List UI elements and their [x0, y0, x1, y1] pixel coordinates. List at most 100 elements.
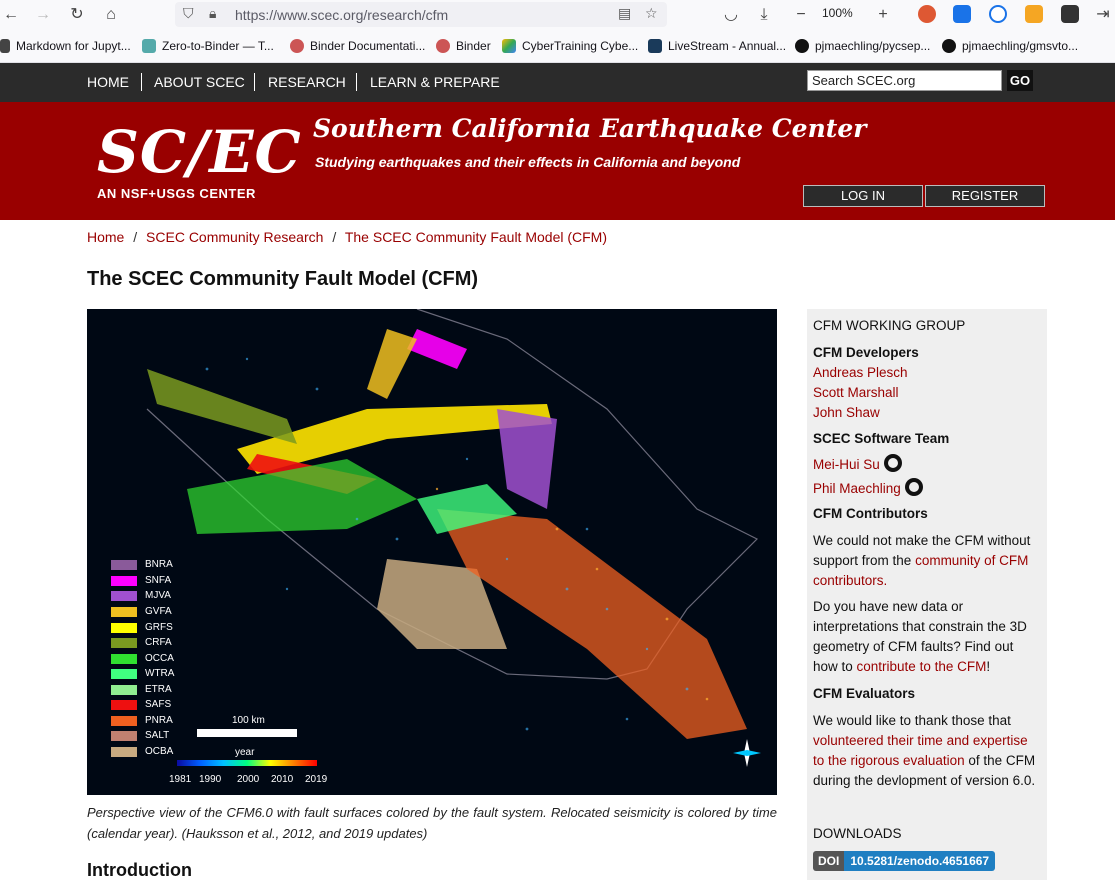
page-title: The SCEC Community Fault Model (CFM) — [87, 268, 479, 290]
pocket-icon[interactable]: ◡ — [720, 4, 742, 26]
bookmark-item[interactable]: Zero-to-Binder — T... — [142, 39, 274, 53]
legend-item: SAFS — [111, 699, 171, 710]
legend-item: MJVA — [111, 590, 171, 601]
breadcrumb-home[interactable]: Home — [87, 229, 124, 245]
colorbar-tick: 2019 — [305, 774, 328, 785]
bookmark-item[interactable]: CyberTraining Cybe... — [502, 39, 638, 53]
url-text[interactable]: https://www.scec.org/research/cfm — [235, 7, 448, 23]
legend-swatch — [111, 715, 137, 726]
nav-research[interactable]: RESEARCH — [268, 74, 346, 90]
home-icon[interactable]: ⌂ — [100, 4, 122, 26]
binder-docs-icon — [290, 39, 304, 53]
nav-home[interactable]: HOME — [87, 74, 129, 90]
colorbar-tick: 1981 — [169, 774, 192, 785]
breadcrumb: Home / SCEC Community Research / The SCE… — [87, 229, 607, 245]
bookmark-item[interactable]: LiveStream - Annual... — [648, 39, 786, 53]
legend-item: CRFA — [111, 637, 172, 648]
scec-logo[interactable]: SC/EC — [97, 118, 302, 186]
breadcrumb-sep: / — [332, 229, 337, 245]
colorbar-tick: 2010 — [271, 774, 294, 785]
zoom-in-icon[interactable]: + — [872, 4, 894, 26]
duckduckgo-extension-icon[interactable] — [918, 5, 936, 23]
binder-icon — [142, 39, 156, 53]
compass-rose — [733, 739, 761, 767]
developer-link[interactable]: Scott Marshall — [813, 385, 899, 400]
evaluators-heading: CFM Evaluators — [813, 686, 916, 701]
contribute-link[interactable]: contribute to the CFM — [857, 659, 987, 674]
logo-subtitle: AN NSF+USGS CENTER — [97, 186, 256, 201]
legend-swatch — [111, 746, 137, 757]
binder-icon — [436, 39, 450, 53]
colorbar-tick: 1990 — [199, 774, 222, 785]
colorbar-tick: 2000 — [237, 774, 260, 785]
reload-icon[interactable]: ↻ — [66, 4, 88, 26]
snfa-fault-band — [407, 329, 467, 369]
s-extension-icon[interactable] — [953, 5, 971, 23]
gvfa-fault-band — [367, 329, 417, 399]
github-icon[interactable] — [904, 478, 923, 496]
bookmark-item[interactable]: Binder — [436, 39, 491, 53]
github-icon[interactable] — [883, 454, 902, 472]
legend-swatch — [111, 684, 137, 695]
bookmark-star-icon[interactable]: ☆ — [645, 5, 658, 22]
software-member: Mei-Hui Su — [813, 454, 902, 472]
site-header: SC/EC AN NSF+USGS CENTER Southern Califo… — [0, 102, 1115, 220]
developer-link[interactable]: Andreas Plesch — [813, 365, 908, 380]
legend-swatch — [111, 622, 137, 633]
register-button[interactable]: REGISTER — [925, 185, 1045, 207]
search-go-button[interactable]: GO — [1007, 70, 1033, 91]
legend-swatch — [111, 699, 137, 710]
nav-divider — [356, 73, 357, 91]
legend-item: GVFA — [111, 606, 172, 617]
cfm-figure[interactable]: BNRA SNFA MJVA GVFA GRFS CRFA OCCA WTRA … — [87, 309, 777, 795]
breadcrumb-research[interactable]: SCEC Community Research — [146, 229, 323, 245]
google-drive-icon — [502, 39, 516, 53]
legend-swatch — [111, 575, 137, 586]
contribute-text: Do you have new data or interpretations … — [813, 599, 1027, 674]
menu-overflow-icon[interactable]: ⇥ — [1092, 4, 1114, 26]
downloads-heading: DOWNLOADS — [813, 826, 902, 841]
developers-heading: CFM Developers — [813, 345, 919, 360]
working-group-heading: CFM WORKING GROUP — [813, 318, 966, 333]
nav-divider — [141, 73, 142, 91]
back-icon[interactable]: ← — [0, 4, 22, 26]
more-extension-icon[interactable] — [1061, 5, 1079, 23]
doi-badge[interactable]: DOI 10.5281/zenodo.4651667 — [813, 851, 996, 871]
medal-extension-icon[interactable] — [1025, 5, 1043, 23]
mjva-fault-band — [497, 409, 557, 509]
legend-swatch — [111, 668, 137, 679]
scale-bar — [197, 729, 297, 737]
site-search-input[interactable]: Search SCEC.org — [807, 70, 1002, 91]
bookmarks-bar: Markdown for Jupyt... Zero-to-Binder — T… — [0, 30, 1115, 63]
nav-about[interactable]: ABOUT SCEC — [154, 74, 245, 90]
legend-item: SNFA — [111, 575, 171, 586]
zoom-level[interactable]: 100% — [822, 6, 853, 20]
downloads-icon[interactable]: ⤓ — [753, 4, 775, 26]
software-member-link[interactable]: Phil Maechling — [813, 481, 901, 496]
search-extension-icon[interactable] — [989, 5, 1007, 23]
colorbar-title: year — [235, 747, 255, 758]
scale-label: 100 km — [232, 715, 265, 726]
bookmark-item[interactable]: pjmaechling/pycsep... — [795, 39, 930, 53]
nav-learn-prepare[interactable]: LEARN & PREPARE — [370, 74, 500, 90]
software-team-heading: SCEC Software Team — [813, 431, 950, 446]
software-member-link[interactable]: Mei-Hui Su — [813, 457, 880, 472]
bookmark-item[interactable]: Markdown for Jupyt... — [0, 39, 131, 53]
breadcrumb-current[interactable]: The SCEC Community Fault Model (CFM) — [345, 229, 607, 245]
legend-item: BNRA — [111, 559, 173, 570]
site-title[interactable]: Southern California Earthquake Center — [313, 114, 866, 143]
login-button[interactable]: LOG IN — [803, 185, 923, 207]
year-colorbar — [177, 760, 317, 766]
developer-link[interactable]: John Shaw — [813, 405, 880, 420]
markdown-icon — [0, 39, 10, 53]
legend-swatch — [111, 590, 137, 601]
url-bar[interactable]: ⛉ 🔒︎ https://www.scec.org/research/cfm ▤… — [175, 2, 667, 27]
zoom-out-icon[interactable]: − — [790, 4, 812, 26]
bookmark-item[interactable]: pjmaechling/gmsvto... — [942, 39, 1078, 53]
reader-mode-icon[interactable]: ▤ — [618, 5, 631, 22]
lock-icon[interactable]: 🔒︎ — [209, 5, 216, 22]
shield-icon[interactable]: ⛉ — [183, 5, 194, 22]
bookmark-item[interactable]: Binder Documentati... — [290, 39, 425, 53]
legend-item: OCCA — [111, 653, 174, 664]
forward-icon[interactable]: → — [32, 4, 54, 26]
